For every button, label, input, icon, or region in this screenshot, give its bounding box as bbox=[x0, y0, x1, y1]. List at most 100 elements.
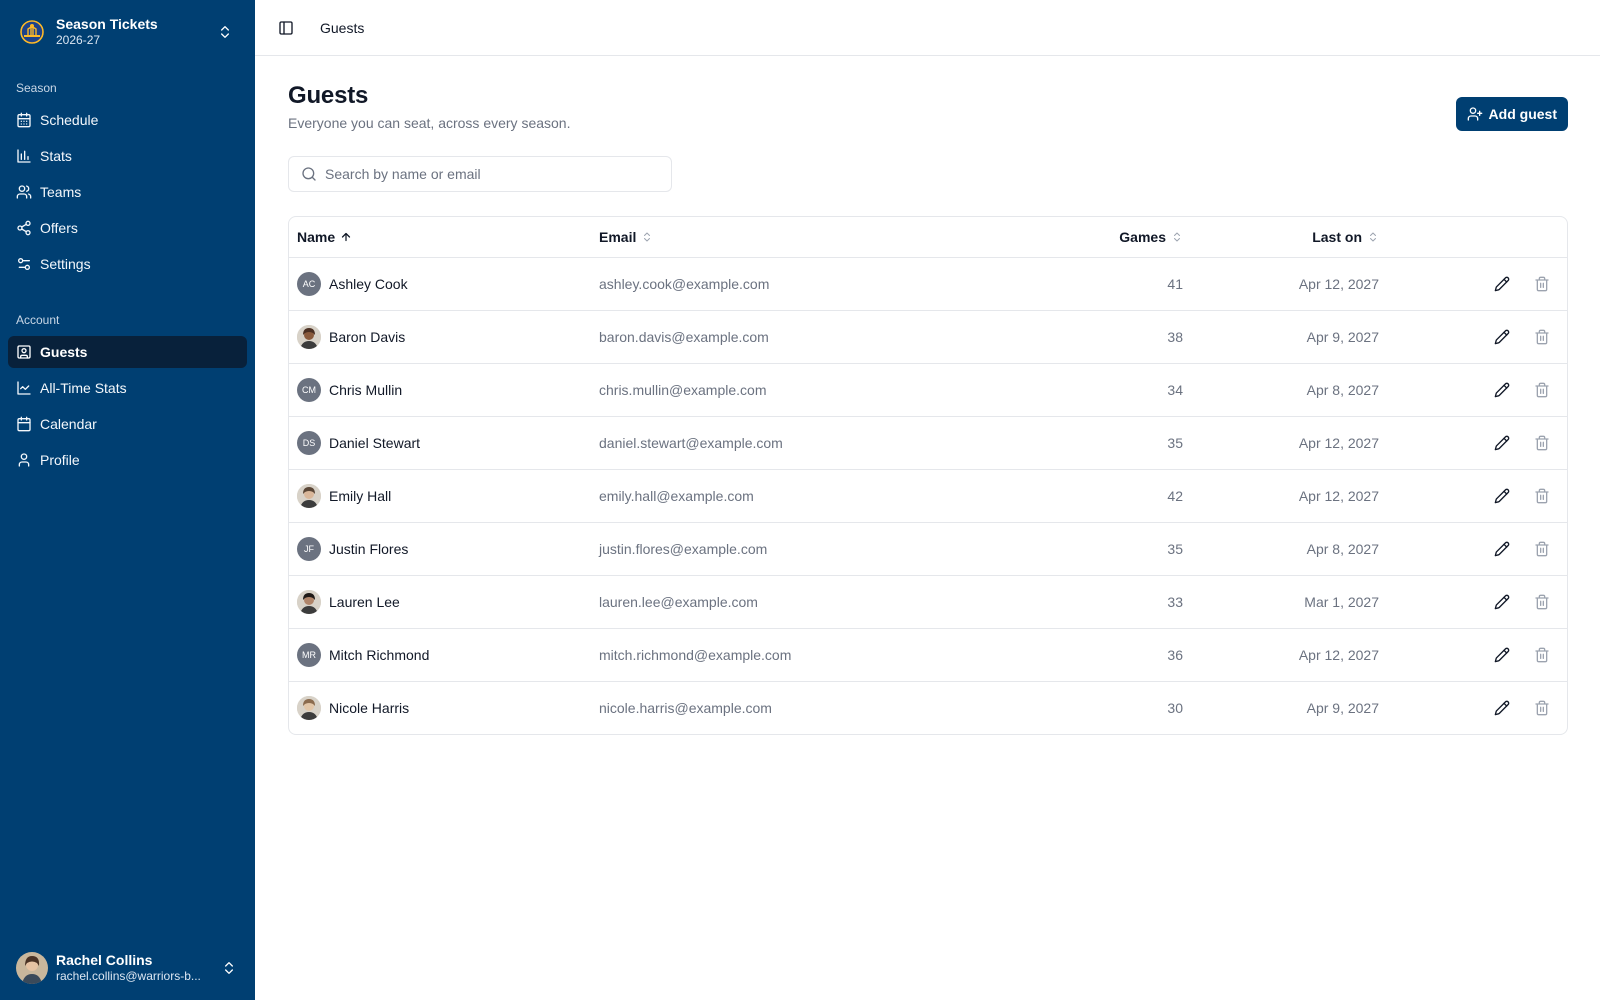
guest-last-on: Apr 9, 2027 bbox=[1306, 329, 1379, 345]
table-row[interactable]: CM Chris Mullin chris.mullin@example.com… bbox=[289, 363, 1567, 416]
pencil-icon bbox=[1494, 435, 1510, 451]
add-guest-button[interactable]: Add guest bbox=[1455, 97, 1568, 131]
avatar: MR bbox=[297, 643, 321, 667]
delete-guest-button[interactable] bbox=[1527, 428, 1557, 458]
guest-email: mitch.richmond@example.com bbox=[599, 647, 792, 663]
team-switcher[interactable]: Season Tickets 2026-27 bbox=[8, 8, 247, 56]
table-body: AC Ashley Cook ashley.cook@example.com 4… bbox=[289, 257, 1567, 734]
edit-guest-button[interactable] bbox=[1487, 534, 1517, 564]
pencil-icon bbox=[1494, 594, 1510, 610]
column-header-last-on: Last on bbox=[1312, 229, 1362, 245]
user-plus-icon bbox=[1467, 107, 1482, 121]
chevron-up-down-icon bbox=[644, 232, 651, 242]
avatar: DS bbox=[297, 431, 321, 455]
avatar: AC bbox=[297, 272, 321, 296]
delete-guest-button[interactable] bbox=[1527, 534, 1557, 564]
delete-guest-button[interactable] bbox=[1527, 481, 1557, 511]
sidebar-item-label: Calendar bbox=[40, 416, 97, 432]
table-row[interactable]: Baron Davis baron.davis@example.com 38 A… bbox=[289, 310, 1567, 363]
trash-icon bbox=[1535, 276, 1549, 292]
edit-guest-button[interactable] bbox=[1487, 587, 1517, 617]
table-row[interactable]: AC Ashley Cook ashley.cook@example.com 4… bbox=[289, 257, 1567, 310]
sort-games-button[interactable]: Games bbox=[1119, 229, 1183, 245]
sidebar-item-profile[interactable]: Profile bbox=[8, 444, 247, 476]
sort-email-button[interactable]: Email bbox=[599, 229, 653, 245]
table-row[interactable]: DS Daniel Stewart daniel.stewart@example… bbox=[289, 416, 1567, 469]
sidebar-item-guests[interactable]: Guests bbox=[8, 336, 247, 368]
sidebar-item-all-time-stats[interactable]: All-Time Stats bbox=[8, 372, 247, 404]
guest-name: Ashley Cook bbox=[329, 276, 408, 292]
table-row[interactable]: Nicole Harris nicole.harris@example.com … bbox=[289, 681, 1567, 734]
group-label-season: Season bbox=[16, 81, 57, 95]
pencil-icon bbox=[1494, 329, 1510, 345]
chevron-up-down-icon bbox=[225, 962, 233, 974]
table-row[interactable]: MR Mitch Richmond mitch.richmond@example… bbox=[289, 628, 1567, 681]
group-label-account: Account bbox=[16, 313, 60, 327]
guest-last-on: Apr 8, 2027 bbox=[1306, 382, 1379, 398]
avatar: CM bbox=[297, 378, 321, 402]
user-icon bbox=[18, 453, 30, 467]
delete-guest-button[interactable] bbox=[1527, 375, 1557, 405]
sidebar-item-label: All-Time Stats bbox=[40, 380, 127, 396]
sidebar-item-teams[interactable]: Teams bbox=[8, 176, 247, 208]
table-row[interactable]: Emily Hall emily.hall@example.com 42 Apr… bbox=[289, 469, 1567, 522]
sidebar-toggle-button[interactable] bbox=[272, 14, 300, 42]
sidebar-item-settings[interactable]: Settings bbox=[8, 248, 247, 280]
edit-guest-button[interactable] bbox=[1487, 481, 1517, 511]
guest-email: ashley.cook@example.com bbox=[599, 276, 770, 292]
table-row[interactable]: JF Justin Flores justin.flores@example.c… bbox=[289, 522, 1567, 575]
guest-name: Nicole Harris bbox=[329, 700, 410, 716]
sidebar-item-calendar[interactable]: Calendar bbox=[8, 408, 247, 440]
edit-guest-button[interactable] bbox=[1487, 428, 1517, 458]
user-menu[interactable]: Rachel Collins rachel.collins@warriors-b… bbox=[8, 944, 247, 992]
bar-chart-icon bbox=[17, 149, 31, 163]
edit-guest-button[interactable] bbox=[1487, 693, 1517, 723]
sidebar-item-offers[interactable]: Offers bbox=[8, 212, 247, 244]
trash-icon bbox=[1535, 594, 1549, 610]
guest-last-on: Apr 12, 2027 bbox=[1298, 276, 1379, 292]
calendar-icon bbox=[17, 416, 31, 432]
trash-icon bbox=[1535, 541, 1549, 557]
guest-email: emily.hall@example.com bbox=[599, 488, 754, 504]
edit-guest-button[interactable] bbox=[1487, 269, 1517, 299]
delete-guest-button[interactable] bbox=[1527, 269, 1557, 299]
edit-guest-button[interactable] bbox=[1487, 322, 1517, 352]
table-row[interactable]: Lauren Lee lauren.lee@example.com 33 Mar… bbox=[289, 575, 1567, 628]
guest-last-on: Apr 12, 2027 bbox=[1298, 435, 1379, 451]
pencil-icon bbox=[1494, 276, 1510, 292]
sidebar: Season Tickets 2026-27 Season Schedule S… bbox=[0, 0, 255, 1000]
table-header: Name Email Games Last on bbox=[289, 217, 1567, 257]
delete-guest-button[interactable] bbox=[1527, 587, 1557, 617]
top-bar: Guests bbox=[255, 0, 1600, 56]
trash-icon bbox=[1535, 329, 1549, 345]
sidebar-item-label: Guests bbox=[40, 344, 88, 360]
contact-icon bbox=[17, 345, 31, 359]
edit-guest-button[interactable] bbox=[1487, 375, 1517, 405]
search-input[interactable] bbox=[325, 166, 655, 182]
user-name: Rachel Collins bbox=[56, 952, 153, 969]
guest-last-on: Mar 1, 2027 bbox=[1304, 594, 1379, 610]
edit-guest-button[interactable] bbox=[1487, 640, 1517, 670]
sort-name-button[interactable]: Name bbox=[297, 229, 352, 245]
guest-games: 35 bbox=[1167, 435, 1183, 451]
column-header-email: Email bbox=[599, 229, 637, 245]
avatar bbox=[297, 590, 321, 614]
guest-games: 34 bbox=[1167, 382, 1183, 398]
guest-name: Baron Davis bbox=[329, 329, 406, 345]
guest-games: 33 bbox=[1167, 594, 1183, 610]
delete-guest-button[interactable] bbox=[1527, 322, 1557, 352]
guest-email: chris.mullin@example.com bbox=[599, 382, 767, 398]
panel-left-icon bbox=[279, 20, 293, 35]
search-icon bbox=[302, 167, 316, 181]
nav-season: Schedule Stats Teams Offers Settings bbox=[8, 104, 247, 284]
delete-guest-button[interactable] bbox=[1527, 693, 1557, 723]
sidebar-item-label: Stats bbox=[40, 148, 72, 164]
guest-last-on: Apr 12, 2027 bbox=[1298, 647, 1379, 663]
sidebar-item-schedule[interactable]: Schedule bbox=[8, 104, 247, 136]
sidebar-item-stats[interactable]: Stats bbox=[8, 140, 247, 172]
delete-guest-button[interactable] bbox=[1527, 640, 1557, 670]
calendar-icon bbox=[17, 112, 31, 128]
guest-games: 41 bbox=[1167, 276, 1183, 292]
chevron-up-down-icon bbox=[1370, 232, 1376, 242]
sort-last-on-button[interactable]: Last on bbox=[1312, 229, 1379, 245]
